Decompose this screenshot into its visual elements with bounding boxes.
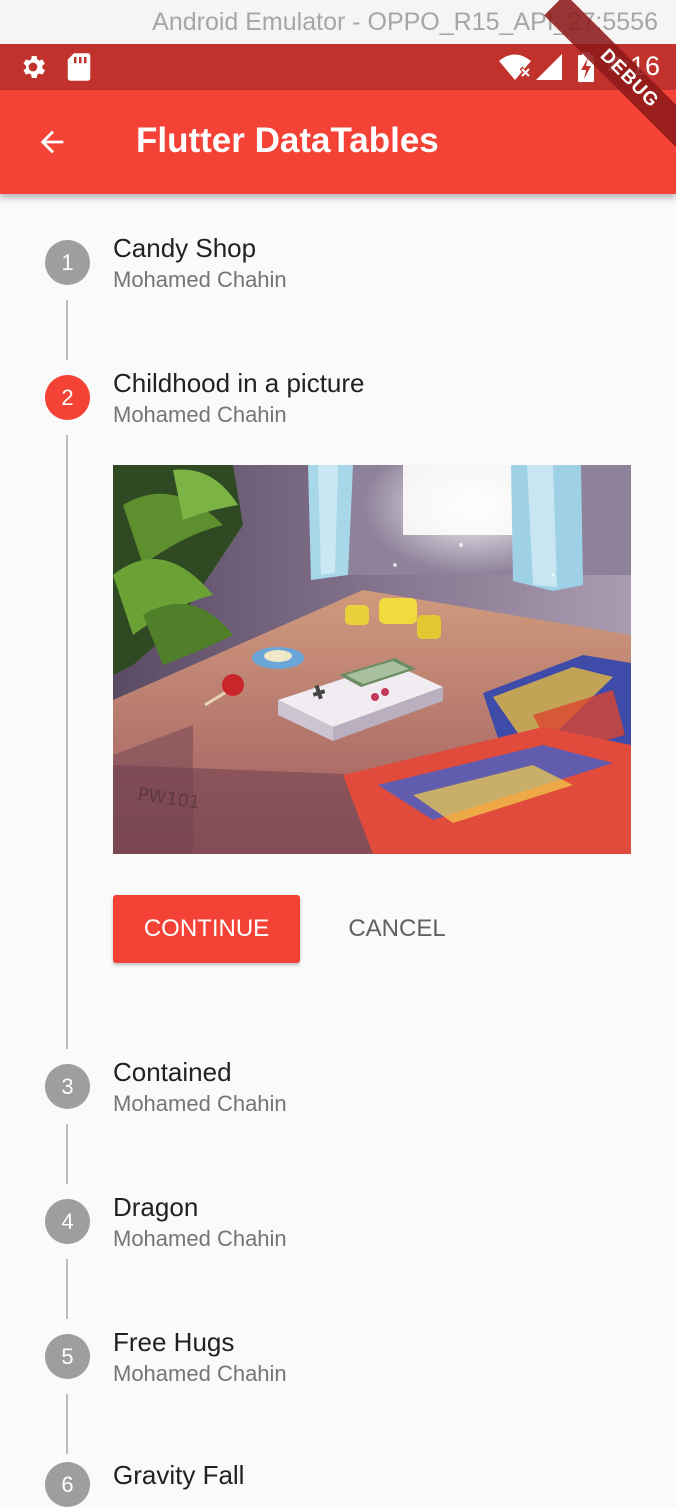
sd-card-icon	[67, 53, 91, 81]
settings-gear-icon	[23, 56, 45, 78]
step-6-circle[interactable]: 6	[45, 1462, 90, 1507]
continue-button[interactable]: CONTINUE	[113, 895, 300, 963]
step-1-subtitle: Mohamed Chahin	[113, 267, 287, 292]
cancel-button[interactable]: CANCEL	[322, 895, 472, 963]
back-button[interactable]	[22, 112, 82, 172]
step-3-title[interactable]: Contained	[113, 1057, 232, 1088]
step-5-subtitle: Mohamed Chahin	[113, 1361, 287, 1386]
step-connector	[66, 435, 68, 1049]
status-bar: 4:16	[0, 44, 676, 90]
step-2-subtitle: Mohamed Chahin	[113, 402, 287, 427]
step-3-circle[interactable]: 3	[45, 1064, 90, 1109]
step-5-title[interactable]: Free Hugs	[113, 1327, 234, 1358]
step-5-circle[interactable]: 5	[45, 1334, 90, 1379]
step-2-title[interactable]: Childhood in a picture	[113, 368, 365, 399]
arrow-back-icon	[40, 130, 64, 154]
step-connector	[66, 1394, 68, 1454]
step-1-title[interactable]: Candy Shop	[113, 233, 256, 264]
childhood-scene-illustration: PW101	[113, 465, 631, 854]
step-3-subtitle: Mohamed Chahin	[113, 1091, 287, 1116]
step-4-title[interactable]: Dragon	[113, 1192, 198, 1223]
step-1-circle[interactable]: 1	[45, 240, 90, 285]
step-4-subtitle: Mohamed Chahin	[113, 1226, 287, 1251]
wifi-off-icon	[499, 54, 532, 80]
step-2-circle[interactable]: 2	[45, 375, 90, 420]
page-title: Flutter DataTables	[136, 121, 439, 160]
stepper: 1 Candy Shop Mohamed Chahin 2 Childhood …	[0, 194, 676, 1507]
step-connector	[66, 1124, 68, 1184]
step-connector	[66, 300, 68, 360]
step-connector	[66, 1259, 68, 1319]
step-6-title[interactable]: Gravity Fall	[113, 1460, 244, 1491]
signal-icon	[536, 54, 562, 80]
app-bar: Flutter DataTables	[0, 90, 676, 194]
step-4-circle[interactable]: 4	[45, 1199, 90, 1244]
step-content-image: PW101	[113, 465, 631, 854]
